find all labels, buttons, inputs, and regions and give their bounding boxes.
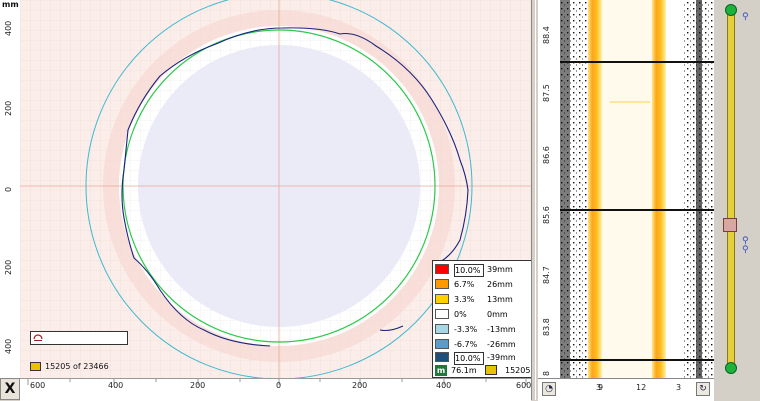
legend-percent: 0% xyxy=(454,310,467,319)
deformation-band-right xyxy=(652,0,666,378)
frame-counter-text: 15205 of 23466 xyxy=(45,362,109,371)
unrolled-pipe-svg xyxy=(560,0,714,378)
vertical-ruler: mm 400 200 0 200 400 xyxy=(0,0,21,378)
legend-swatch xyxy=(435,279,449,289)
slider-thumb[interactable] xyxy=(723,218,737,232)
h-tick-label: 200 xyxy=(352,381,368,390)
distance-readout: 76.1m xyxy=(451,366,477,375)
profile-icon xyxy=(33,334,43,341)
legend-percent[interactable]: 10.0% xyxy=(454,352,484,365)
pane-splitter[interactable] xyxy=(531,0,536,400)
legend-percent: -3.3% xyxy=(454,325,478,334)
clock-tick-label: 12 xyxy=(636,383,647,392)
distance-icon: m xyxy=(435,365,447,376)
slider-top-knob[interactable] xyxy=(725,4,737,16)
deviation-legend: 10.0% 39mm 6.7% 26mm 3.3% 13mm 0% 0mm -3… xyxy=(432,260,532,378)
h-tick-label: 600 xyxy=(30,381,46,390)
legend-mm: 0mm xyxy=(487,310,508,319)
legend-mm: -26mm xyxy=(487,340,516,349)
clock-tick-label: 9 xyxy=(598,383,604,392)
compass-icon[interactable]: ◔ xyxy=(542,382,556,396)
legend-percent: -6.7% xyxy=(454,340,478,349)
legend-mm: 39mm xyxy=(487,265,513,274)
marker-pin-icon[interactable]: ⚲ xyxy=(742,245,749,255)
status-box[interactable] xyxy=(30,331,128,345)
legend-swatch xyxy=(435,309,449,319)
v-tick-label: 400 xyxy=(4,338,13,354)
strip-bottom-bar: ◔ 3 9 12 3 ↻ xyxy=(538,378,714,401)
rotate-icon[interactable]: ↻ xyxy=(696,382,710,396)
marker-pin-icon[interactable]: ⚲ xyxy=(742,12,749,22)
frame-readout: 15205 xyxy=(505,366,531,375)
legend-swatch xyxy=(435,264,449,274)
slider-bottom-knob[interactable] xyxy=(725,362,737,374)
h-tick-label: 400 xyxy=(108,381,124,390)
legend-swatch xyxy=(435,339,449,349)
legend-mm: 13mm xyxy=(487,295,513,304)
legend-mm: 26mm xyxy=(487,280,513,289)
distance-tick-label: 83.8 xyxy=(542,318,551,336)
distance-tick-label: 84.7 xyxy=(542,266,551,284)
deformation-band-left xyxy=(588,0,602,378)
h-tick-label: 600 xyxy=(516,381,532,390)
h-tick-label: 0 xyxy=(276,381,282,390)
unrolled-pipe-view[interactable] xyxy=(560,0,714,378)
legend-swatch xyxy=(435,324,449,334)
legend-mm: -39mm xyxy=(487,353,516,362)
close-button[interactable]: X xyxy=(0,378,20,400)
film-icon xyxy=(30,362,41,371)
v-tick-label: 400 xyxy=(4,20,13,36)
film-icon xyxy=(485,365,497,375)
distance-tick-label: 86.6 xyxy=(542,146,551,164)
legend-percent: 3.3% xyxy=(454,295,475,304)
v-tick-label: 0 xyxy=(4,186,13,192)
clock-tick-label: 3 xyxy=(676,383,682,392)
profile-view-panel: mm 400 200 0 200 400 10.0% 39mm 6.7% 26m… xyxy=(0,0,536,401)
v-tick-label: 200 xyxy=(4,259,13,275)
v-tick-label: 200 xyxy=(4,100,13,116)
distance-ruler: 88.4 87.5 86.6 85.6 84.7 83.8 8 xyxy=(538,0,561,378)
h-tick-label: 200 xyxy=(190,381,206,390)
legend-footer: m 76.1m 15205 xyxy=(435,365,531,377)
ruler-unit-label: mm xyxy=(2,0,19,9)
legend-mm: -13mm xyxy=(487,325,516,334)
legend-swatch xyxy=(435,294,449,304)
h-tick-label: 400 xyxy=(436,381,452,390)
distance-slider-track[interactable] xyxy=(727,12,735,370)
distance-tick-label: 88.4 xyxy=(542,26,551,44)
distance-tick-label: 85.6 xyxy=(542,206,551,224)
distance-tick-label: 87.5 xyxy=(542,84,551,102)
legend-percent: 6.7% xyxy=(454,280,475,289)
legend-swatch xyxy=(435,352,449,362)
distance-tick-label: 8 xyxy=(542,370,551,376)
legend-percent[interactable]: 10.0% xyxy=(454,264,484,277)
frame-counter: 15205 of 23466 xyxy=(30,361,109,373)
distance-slider-panel xyxy=(716,0,760,400)
